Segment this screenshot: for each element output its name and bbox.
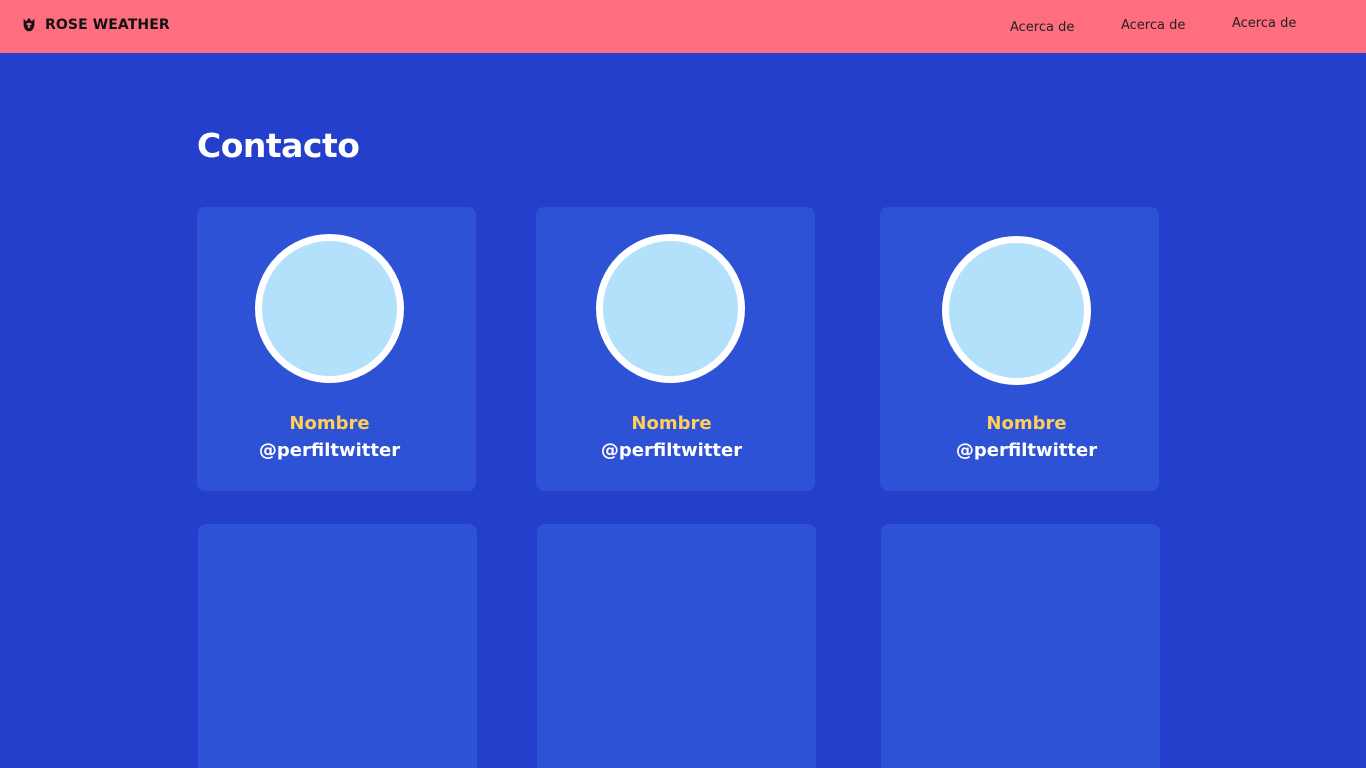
rose-icon	[23, 17, 35, 32]
contact-name: Nombre	[986, 413, 1067, 434]
nav-link-acerca-de-3[interactable]: Acerca de	[1232, 16, 1296, 31]
contact-card-empty	[537, 524, 816, 768]
contact-card[interactable]: Nombre @perfiltwitter	[880, 207, 1159, 491]
brand-logo[interactable]: ROSE WEATHER	[20, 15, 170, 35]
nav-link-acerca-de-1[interactable]: Acerca de	[1010, 20, 1074, 35]
avatar	[255, 234, 404, 383]
contact-name: Nombre	[289, 413, 370, 434]
page-title: Contacto	[197, 126, 360, 165]
contact-card-empty	[881, 524, 1160, 768]
contact-twitter-handle[interactable]: @perfiltwitter	[532, 440, 811, 461]
nav-link-acerca-de-2[interactable]: Acerca de	[1121, 18, 1185, 33]
contact-card[interactable]: Nombre @perfiltwitter	[197, 207, 476, 491]
contact-card-empty	[198, 524, 477, 768]
avatar	[596, 234, 745, 383]
top-navbar: ROSE WEATHER Acerca de Acerca de Acerca …	[0, 0, 1366, 53]
contact-name: Nombre	[631, 413, 712, 434]
contact-twitter-handle[interactable]: @perfiltwitter	[190, 440, 469, 461]
brand-name: ROSE WEATHER	[45, 17, 170, 33]
contact-card[interactable]: Nombre @perfiltwitter	[536, 207, 815, 491]
contact-twitter-handle[interactable]: @perfiltwitter	[887, 440, 1166, 461]
avatar	[942, 236, 1091, 385]
